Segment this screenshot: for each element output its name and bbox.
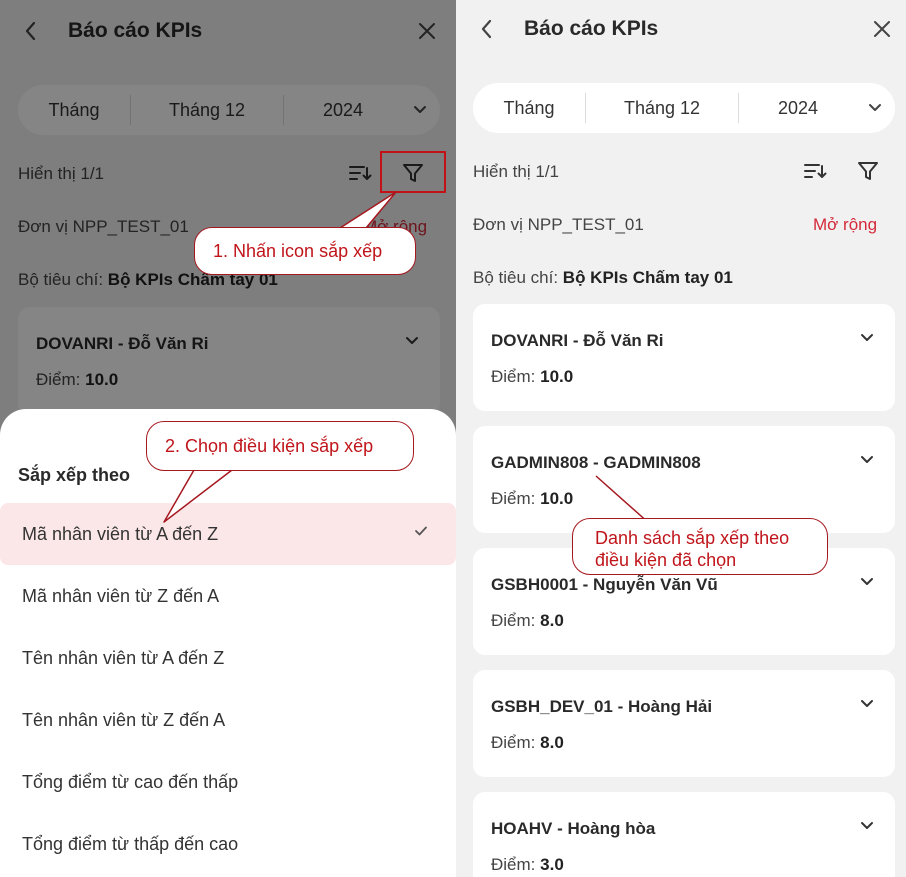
period-type[interactable]: Tháng	[473, 83, 585, 133]
sort-option-code-asc[interactable]: Mã nhân viên từ A đến Z	[0, 503, 456, 565]
chevron-down-icon[interactable]	[859, 452, 875, 468]
option-label: Mã nhân viên từ A đến Z	[22, 523, 219, 544]
sort-bottom-sheet: Sắp xếp theo Mã nhân viên từ A đến Z Mã …	[0, 409, 456, 877]
chevron-down-icon[interactable]	[859, 696, 875, 712]
criteria-label: Bộ tiêu chí:	[473, 268, 559, 287]
filter-button[interactable]	[851, 154, 885, 188]
employee-name: GADMIN808 - GADMIN808	[491, 453, 701, 472]
page-title: Báo cáo KPIs	[524, 17, 659, 40]
back-button[interactable]	[472, 14, 502, 44]
employee-score: Điểm: 10.0	[491, 489, 573, 509]
sheet-title: Sắp xếp theo	[18, 465, 131, 485]
sort-option-code-desc[interactable]: Mã nhân viên từ Z đến A	[0, 565, 456, 627]
chevron-down-icon[interactable]	[859, 818, 875, 834]
employee-name: HOAHV - Hoàng hòa	[491, 819, 656, 838]
score-label: Điểm:	[491, 489, 536, 508]
sort-option-score-desc[interactable]: Tổng điểm từ cao đến thấp	[0, 751, 456, 813]
expand-link[interactable]: Mở rộng	[813, 215, 877, 235]
employee-card[interactable]: GSBH_DEV_01 - Hoàng Hải Điểm: 8.0	[473, 670, 895, 777]
score-value: 3.0	[540, 855, 564, 874]
filter-funnel-icon	[858, 162, 878, 180]
callout-step1-text: 1. Nhấn icon sắp xếp	[213, 241, 383, 261]
callout-step2: 2. Chọn điều kiện sắp xếp	[146, 421, 414, 471]
criteria-row: Bộ tiêu chí: Bộ KPIs Chấm tay 01	[473, 268, 733, 288]
employee-score: Điểm: 10.0	[491, 367, 573, 387]
sort-list-icon	[804, 164, 827, 178]
employee-score: Điểm: 3.0	[491, 855, 564, 875]
chevron-down-icon[interactable]	[859, 574, 875, 590]
callout-result-line1: Danh sách sắp xếp theo	[595, 528, 790, 548]
option-label: Tổng điểm từ thấp đến cao	[22, 833, 239, 854]
period-year[interactable]: 2024	[739, 83, 857, 133]
score-value: 8.0	[540, 733, 564, 752]
employee-card[interactable]: HOAHV - Hoàng hòa Điểm: 3.0	[473, 792, 895, 877]
employee-name: GSBH0001 - Nguyễn Văn Vũ	[491, 575, 718, 594]
option-label: Mã nhân viên từ Z đến A	[22, 585, 220, 606]
period-dropdown[interactable]	[857, 103, 893, 113]
score-label: Điểm:	[491, 733, 536, 752]
sort-option-name-asc[interactable]: Tên nhân viên từ A đến Z	[0, 627, 456, 689]
check-icon	[415, 526, 427, 536]
period-selector[interactable]: Tháng Tháng 12 2024	[473, 83, 895, 133]
close-icon	[874, 21, 890, 37]
callout-result-text: Danh sách sắp xếp theo điều kiện đã chọn	[595, 527, 789, 571]
callout-result-line2: điều kiện đã chọn	[595, 550, 737, 570]
criteria-value: Bộ KPIs Chấm tay 01	[562, 268, 733, 287]
callout-result: Danh sách sắp xếp theo điều kiện đã chọn	[572, 518, 828, 575]
display-count: Hiển thị 1/1	[473, 162, 559, 181]
score-value: 10.0	[540, 367, 574, 386]
option-label: Tên nhân viên từ A đến Z	[22, 647, 225, 668]
chevron-down-icon[interactable]	[859, 330, 875, 346]
employee-score: Điểm: 8.0	[491, 733, 564, 753]
score-label: Điểm:	[491, 367, 536, 386]
employee-card[interactable]: GADMIN808 - GADMIN808 Điểm: 10.0	[473, 426, 895, 533]
score-label: Điểm:	[491, 855, 536, 874]
sort-button[interactable]	[798, 154, 832, 188]
highlight-box	[380, 151, 446, 193]
close-button[interactable]	[867, 14, 897, 44]
back-arrow-icon	[481, 19, 492, 39]
period-month[interactable]: Tháng 12	[586, 83, 738, 133]
app-header: Báo cáo KPIs	[456, 0, 906, 64]
score-value: 8.0	[540, 611, 564, 630]
sort-option-name-desc[interactable]: Tên nhân viên từ Z đến A	[0, 689, 456, 751]
employee-card[interactable]: DOVANRI - Đỗ Văn Ri Điểm: 10.0	[473, 304, 895, 411]
right-screen: Báo cáo KPIs Tháng Tháng 12 2024 Hiển th…	[456, 0, 906, 877]
employee-name: GSBH_DEV_01 - Hoàng Hải	[491, 697, 713, 716]
callout-step2-text: 2. Chọn điều kiện sắp xếp	[165, 436, 374, 456]
chevron-down-icon	[869, 104, 881, 111]
sort-option-score-asc[interactable]: Tổng điểm từ thấp đến cao	[0, 813, 456, 875]
score-label: Điểm:	[491, 611, 536, 630]
option-label: Tên nhân viên từ Z đến A	[22, 709, 226, 730]
employee-score: Điểm: 8.0	[491, 611, 564, 631]
callout-step1: 1. Nhấn icon sắp xếp	[194, 227, 416, 275]
score-value: 10.0	[540, 489, 574, 508]
option-label: Tổng điểm từ cao đến thấp	[22, 771, 239, 792]
employee-name: DOVANRI - Đỗ Văn Ri	[491, 331, 664, 350]
unit-label: Đơn vị NPP_TEST_01	[473, 215, 644, 234]
